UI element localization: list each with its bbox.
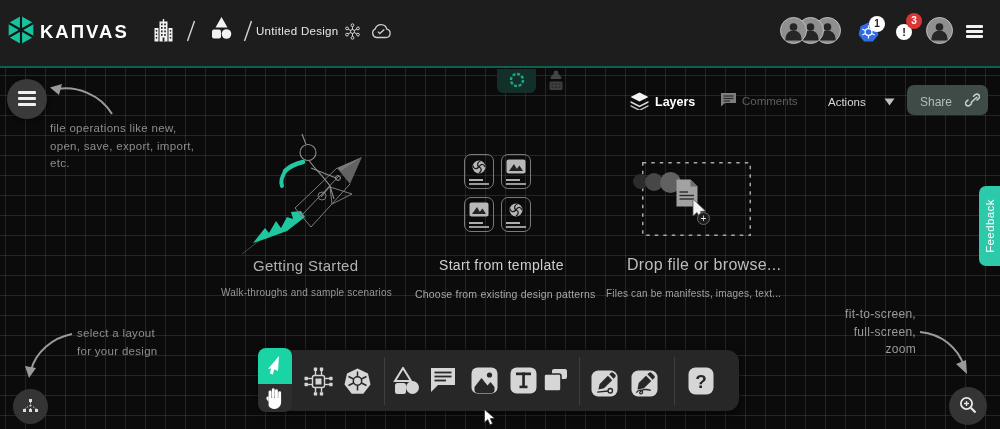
svg-text:?: ? [695,371,707,392]
